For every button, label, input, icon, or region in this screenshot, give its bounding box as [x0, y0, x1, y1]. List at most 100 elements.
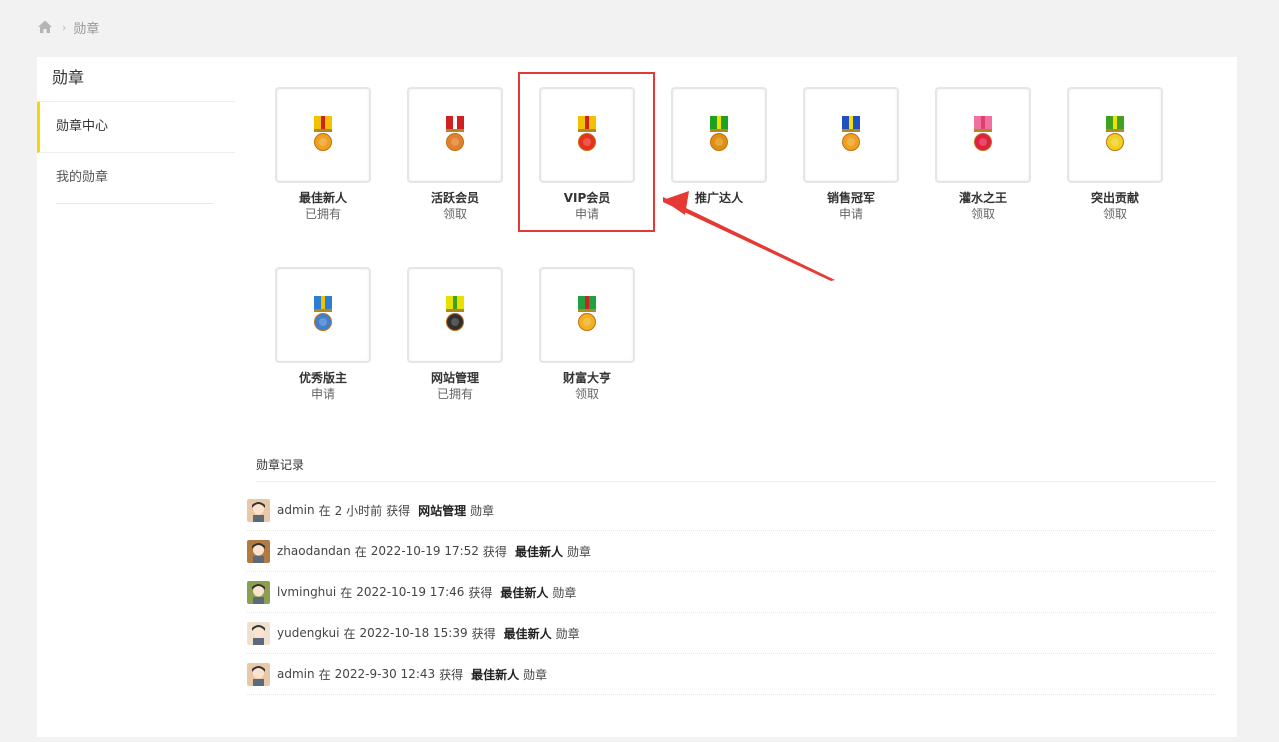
medal-name: 优秀版主: [298, 371, 347, 385]
breadcrumb-current: 勋章: [73, 21, 100, 37]
sidebar-item-medal-center[interactable]: 勋章中心: [37, 102, 235, 153]
medal-name: 灌水之王: [958, 191, 1007, 205]
medal-card[interactable]: 网站管理 已拥有: [407, 267, 503, 402]
medal-icon: [446, 296, 464, 331]
medal-icon: [710, 116, 728, 151]
log-user[interactable]: yudengkui: [277, 626, 339, 640]
log-suffix: 勋章: [555, 626, 580, 641]
medal-icon-box[interactable]: [407, 267, 503, 363]
medal-name: 财富大亨: [562, 371, 611, 385]
medal-name: VIP会员: [563, 191, 611, 205]
medal-card[interactable]: 最佳新人 已拥有: [275, 87, 371, 222]
log-medal-name: 网站管理: [418, 503, 467, 518]
medal-status[interactable]: 领取: [539, 386, 635, 402]
log-word-got: 获得: [468, 585, 493, 600]
log-row: yudengkui 在 2022-10-18 15:39 获得 最佳新人 勋章: [247, 613, 1216, 654]
medal-name: 销售冠军: [826, 191, 875, 205]
main-panel: 最佳新人 已拥有 活跃会员 领取 VIP会员 申请 推广达人 销售冠军 申请 灌水之王 领取 突出贡献…: [235, 57, 1237, 737]
medal-icon-box[interactable]: [1067, 87, 1163, 183]
medal-icon-box[interactable]: [539, 267, 635, 363]
breadcrumb: › 勋章: [37, 18, 100, 37]
log-user[interactable]: admin: [277, 667, 315, 681]
log-word-at: 在: [340, 585, 353, 600]
log-word-at: 在: [318, 667, 331, 682]
medal-icon-box[interactable]: [935, 87, 1031, 183]
log-row: admin 在 2022-9-30 12:43 获得 最佳新人 勋章: [247, 654, 1216, 695]
avatar[interactable]: [247, 498, 270, 522]
medal-icon-box[interactable]: [671, 87, 767, 183]
log-time: 2022-10-19 17:52: [370, 544, 479, 558]
log-word-at: 在: [318, 503, 331, 518]
log-suffix: 勋章: [470, 503, 495, 518]
log-medal-name: 最佳新人: [500, 585, 549, 600]
medal-name: 突出贡献: [1090, 191, 1139, 205]
medal-card[interactable]: 财富大亨 领取: [539, 267, 635, 402]
log-suffix: 勋章: [566, 544, 591, 559]
divider: [256, 481, 1216, 482]
log-word-got: 获得: [386, 503, 411, 518]
log-word-got: 获得: [439, 667, 464, 682]
medal-icon: [314, 296, 332, 331]
medal-card[interactable]: 活跃会员 领取: [407, 87, 503, 222]
log-word-at: 在: [354, 544, 367, 559]
home-icon[interactable]: [37, 19, 53, 35]
sidebar-item-my-medals[interactable]: 我的勋章: [56, 153, 213, 204]
log-row: admin 在 2 小时前 获得 网站管理 勋章: [247, 490, 1216, 531]
medal-card[interactable]: 突出贡献 领取: [1067, 87, 1163, 222]
sidebar: 勋章 勋章中心 我的勋章: [37, 57, 235, 737]
medal-icon: [314, 116, 332, 151]
medal-icon: [578, 116, 596, 151]
medal-status[interactable]: 已拥有: [275, 206, 371, 222]
medal-card[interactable]: 推广达人: [671, 87, 767, 222]
medal-icon: [842, 116, 860, 151]
medal-icon-box[interactable]: [275, 87, 371, 183]
log-suffix: 勋章: [552, 585, 577, 600]
log-suffix: 勋章: [523, 667, 548, 682]
avatar[interactable]: [247, 621, 270, 645]
medal-status[interactable]: 领取: [407, 206, 503, 222]
medal-card[interactable]: 优秀版主 申请: [275, 267, 371, 402]
medal-name: 推广达人: [694, 191, 743, 205]
medal-icon-box[interactable]: [275, 267, 371, 363]
log-user[interactable]: lvminghui: [277, 585, 336, 599]
medal-icon: [446, 116, 464, 151]
medal-name: 网站管理: [430, 371, 479, 385]
chevron-right-icon: ›: [62, 20, 67, 34]
avatar[interactable]: [247, 580, 270, 604]
log-medal-name: 最佳新人: [503, 626, 552, 641]
log-title: 勋章记录: [256, 458, 305, 472]
medal-status[interactable]: [671, 206, 767, 222]
log-time: 2 小时前: [334, 503, 383, 518]
medal-status[interactable]: 申请: [275, 386, 371, 402]
medal-icon-box[interactable]: [803, 87, 899, 183]
log-user[interactable]: admin: [277, 503, 315, 517]
medal-status[interactable]: 领取: [1067, 206, 1163, 222]
log-word-at: 在: [343, 626, 356, 641]
medal-status[interactable]: 领取: [935, 206, 1031, 222]
medal-icon: [1106, 116, 1124, 151]
medal-status[interactable]: 申请: [803, 206, 899, 222]
medal-card[interactable]: 销售冠军 申请: [803, 87, 899, 222]
log-time: 2022-9-30 12:43: [334, 667, 436, 681]
log-row: lvminghui 在 2022-10-19 17:46 获得 最佳新人 勋章: [247, 572, 1216, 613]
log-time: 2022-10-19 17:46: [356, 585, 465, 599]
medal-status[interactable]: 申请: [539, 206, 635, 222]
log-medal-name: 最佳新人: [471, 667, 520, 682]
medal-name: 最佳新人: [298, 191, 347, 205]
log-word-got: 获得: [471, 626, 496, 641]
medal-icon-box[interactable]: [407, 87, 503, 183]
log-word-got: 获得: [482, 544, 507, 559]
log-time: 2022-10-18 15:39: [359, 626, 468, 640]
sidebar-title: 勋章: [37, 57, 235, 102]
medal-icon-box[interactable]: [539, 87, 635, 183]
medal-card[interactable]: VIP会员 申请: [539, 87, 635, 222]
avatar[interactable]: [247, 662, 270, 686]
log-medal-name: 最佳新人: [514, 544, 563, 559]
medal-status[interactable]: 已拥有: [407, 386, 503, 402]
avatar[interactable]: [247, 539, 270, 563]
log-row: zhaodandan 在 2022-10-19 17:52 获得 最佳新人 勋章: [247, 531, 1216, 572]
medal-card[interactable]: 灌水之王 领取: [935, 87, 1031, 222]
log-user[interactable]: zhaodandan: [277, 544, 351, 558]
medal-icon: [974, 116, 992, 151]
medal-icon: [578, 296, 596, 331]
